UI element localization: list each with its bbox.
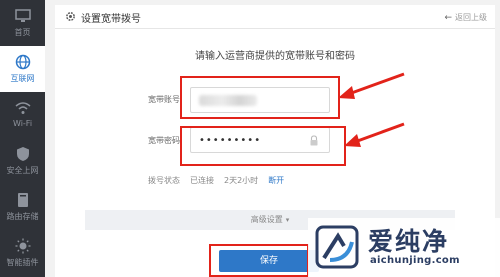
dial-status-row: 拨号状态 已连接 2天2小时 断开	[148, 175, 284, 186]
back-label: 返回上级	[455, 13, 487, 22]
sidebar-item-home[interactable]: 首页	[0, 0, 45, 46]
globe-icon	[15, 54, 30, 70]
storage-icon	[17, 193, 28, 207]
chevron-down-icon: ▾	[285, 216, 290, 224]
sun-icon	[15, 238, 30, 254]
back-link[interactable]: ← 返回上级	[444, 12, 487, 23]
monitor-icon	[14, 9, 31, 22]
sidebar-item-label: 互联网	[10, 74, 35, 83]
wifi-icon	[15, 102, 30, 114]
shield-icon	[16, 147, 29, 161]
page-title: 设置宽带拨号	[81, 14, 141, 25]
router-admin-app: 首页 互联网 Wi-Fi 安全上网 路由存储 智能插件 设置宽带拨号 ← 返回上…	[0, 0, 500, 277]
password-highlight-box	[180, 126, 346, 166]
form-prompt: 请输入运营商提供的宽带账号和密码	[195, 51, 355, 62]
sidebar-item-plugins[interactable]: 智能插件	[0, 230, 45, 276]
advanced-label: 高级设置	[250, 215, 283, 224]
account-label: 宽带账号	[148, 95, 180, 104]
sidebar-item-internet[interactable]: 互联网	[0, 46, 45, 92]
sidebar-item-security[interactable]: 安全上网	[0, 138, 45, 184]
gear-icon	[66, 12, 75, 21]
watermark-url: aichunjing.com	[370, 255, 460, 266]
sidebar: 首页 互联网 Wi-Fi 安全上网 路由存储 智能插件	[0, 0, 45, 277]
connection-duration: 2天2小时	[224, 176, 259, 185]
save-highlight-box	[209, 244, 309, 277]
account-highlight-box	[180, 76, 340, 119]
sidebar-item-label: 安全上网	[6, 166, 39, 175]
status-label: 拨号状态	[148, 176, 180, 185]
sidebar-item-label: 路由存储	[6, 212, 39, 221]
arrow-left-icon: ←	[444, 12, 452, 23]
sidebar-item-label: 首页	[14, 28, 31, 37]
status-value: 已连接	[190, 176, 214, 185]
watermark: 爱纯净 aichunjing.com	[308, 218, 500, 277]
sidebar-item-label: 智能插件	[6, 258, 39, 267]
sidebar-item-wifi[interactable]: Wi-Fi	[0, 92, 45, 138]
sidebar-item-storage[interactable]: 路由存储	[0, 184, 45, 230]
watermark-brand: 爱纯净	[368, 227, 450, 256]
sidebar-item-label: Wi-Fi	[12, 119, 33, 128]
panel-header: 设置宽带拨号 ← 返回上级	[55, 5, 495, 29]
disconnect-link[interactable]: 断开	[268, 175, 284, 186]
brand-logo-icon	[315, 225, 359, 269]
password-label: 宽带密码	[148, 136, 180, 145]
